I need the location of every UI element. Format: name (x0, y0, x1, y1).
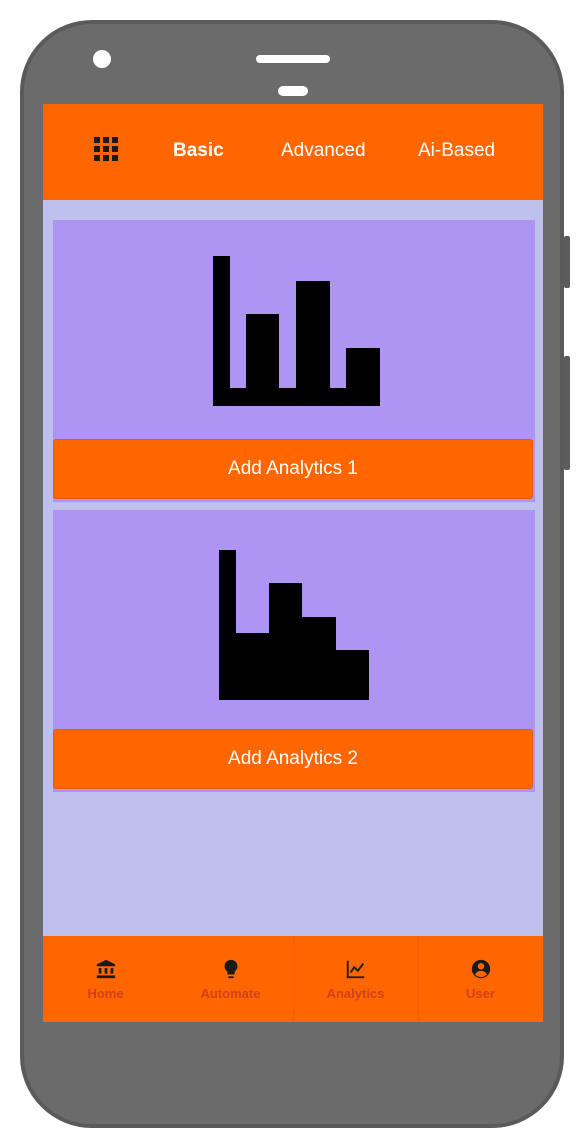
tab-ai-based[interactable]: Ai-Based (418, 140, 495, 162)
tab-basic[interactable]: Basic (173, 140, 224, 162)
analytics-card-2: Add Analytics 2 (53, 510, 535, 792)
nav-analytics[interactable]: Analytics (293, 936, 418, 1022)
app-screen: Basic Advanced Ai-Based Add Analytics 1 … (43, 104, 543, 1022)
proximity-sensor (278, 86, 308, 96)
grid-icon[interactable] (94, 137, 118, 161)
nav-automate-label: Automate (200, 986, 261, 1001)
nav-home[interactable]: Home (43, 936, 168, 1022)
account-circle-icon (471, 959, 490, 979)
line-chart-icon (346, 960, 364, 979)
lightbulb-icon (224, 959, 237, 979)
analytics-card-1: Add Analytics 1 (53, 220, 535, 502)
front-camera (93, 50, 111, 68)
power-button (564, 356, 570, 470)
top-tab-bar: Basic Advanced Ai-Based (43, 104, 543, 200)
nav-home-label: Home (87, 986, 124, 1001)
earpiece-speaker (256, 55, 330, 63)
bottom-navigation: Home Automate Analytics User (43, 936, 543, 1022)
add-analytics-1-button[interactable]: Add Analytics 1 (53, 439, 533, 499)
nav-automate[interactable]: Automate (168, 936, 293, 1022)
tab-advanced[interactable]: Advanced (281, 140, 366, 162)
nav-analytics-label: Analytics (326, 986, 385, 1001)
bar-chart-icon (213, 256, 380, 406)
add-analytics-2-button[interactable]: Add Analytics 2 (53, 729, 533, 789)
volume-button (564, 236, 570, 288)
area-step-chart-icon (219, 550, 369, 700)
nav-user[interactable]: User (418, 936, 543, 1022)
bank-icon (96, 959, 115, 979)
nav-user-label: User (466, 986, 495, 1001)
